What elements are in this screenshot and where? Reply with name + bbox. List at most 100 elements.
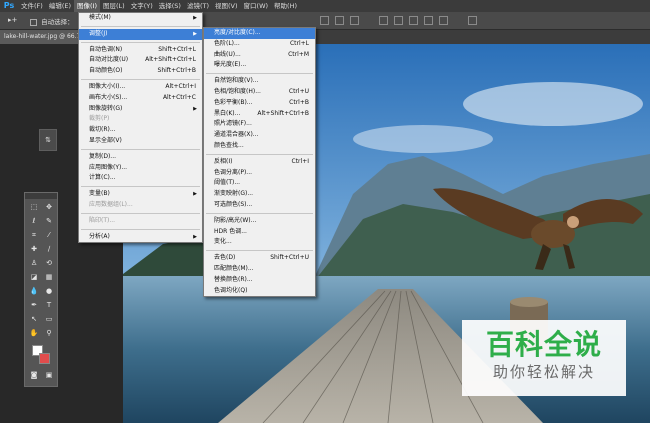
image-menu-item[interactable]: 自动色调(N) Shift+Ctrl+L — [79, 45, 202, 56]
image-menu-item[interactable]: 画布大小(S)... Alt+Ctrl+C — [79, 93, 202, 104]
align-center-icon[interactable] — [335, 16, 344, 25]
image-menu-item[interactable]: 变量(B) ▶ — [79, 189, 202, 200]
adjust-menu-item[interactable]: 阴影/高光(W)... — [204, 216, 315, 227]
adjust-menu-item[interactable]: HDR 色调... — [204, 227, 315, 238]
menu-8[interactable]: 窗口(W) — [241, 0, 272, 12]
menu-3[interactable]: 图层(L) — [100, 0, 128, 12]
toolbox-header[interactable] — [25, 193, 57, 199]
lasso-tool-icon[interactable]: ℓ — [27, 216, 41, 226]
adjust-menu-item[interactable]: 色相/饱和度(H)... Ctrl+U — [204, 87, 315, 98]
menu-0[interactable]: 文件(F) — [18, 0, 46, 12]
adjust-menu-item[interactable]: 曲线(U)... Ctrl+M — [204, 50, 315, 61]
zoom-tool-icon[interactable]: ⚲ — [42, 328, 56, 338]
adjust-menu-item[interactable]: 阈值(T)... — [204, 178, 315, 189]
type-tool-icon[interactable]: T — [42, 300, 56, 310]
adjust-menu-item[interactable]: 匹配颜色(M)... — [204, 264, 315, 275]
background-color-swatch[interactable] — [39, 353, 50, 364]
path-select-icon[interactable]: ↖ — [27, 314, 41, 324]
adjust-menu-item[interactable]: 去色(D) Shift+Ctrl+U — [204, 253, 315, 264]
distribute-top-icon[interactable] — [424, 16, 433, 25]
menu-7[interactable]: 视图(V) — [212, 0, 241, 12]
image-menu-item[interactable]: 自动对比度(U) Alt+Shift+Ctrl+L — [79, 55, 202, 66]
submenu-arrow-icon: ▶ — [193, 233, 197, 240]
image-menu-separator — [81, 228, 200, 230]
crop-tool-icon[interactable]: ⌗ — [27, 230, 41, 240]
adjust-menu-item-label: 色调分离(P)... — [214, 168, 253, 176]
adjust-menu-item[interactable]: 曝光度(E)... — [204, 60, 315, 71]
image-menu-item: 陷印(T)... — [79, 216, 202, 227]
adjust-menu-item[interactable]: 变化... — [204, 237, 315, 248]
image-menu-item[interactable]: 复制(D)... — [79, 152, 202, 163]
blur-tool-icon[interactable]: 💧 — [27, 286, 41, 296]
quick-mask-icon[interactable]: ◙ — [27, 370, 41, 380]
eyedropper-icon[interactable]: ⁄ — [42, 230, 56, 240]
distribute-icon[interactable] — [379, 16, 388, 25]
hand-tool-icon[interactable]: ✋ — [27, 328, 41, 338]
align-right-icon[interactable] — [350, 16, 359, 25]
history-brush-icon[interactable]: ⟲ — [42, 258, 56, 268]
clone-stamp-icon[interactable]: ♙ — [27, 258, 41, 268]
image-menu-item[interactable]: 图像旋转(G) ▶ — [79, 104, 202, 115]
image-menu-item[interactable]: 自动颜色(O) Shift+Ctrl+B — [79, 66, 202, 77]
adjust-menu-item[interactable]: 色阶(L)... Ctrl+L — [204, 39, 315, 50]
menu-5[interactable]: 选择(S) — [156, 0, 184, 12]
adjust-menu-item-label: 匹配颜色(M)... — [214, 264, 254, 272]
image-menu-item[interactable]: 分析(A) ▶ — [79, 232, 202, 243]
adjust-menu-item-label: 色调均化(Q) — [214, 286, 248, 294]
pen-tool-icon[interactable]: ✒ — [27, 300, 41, 310]
image-menu-item-shortcut: Alt+Ctrl+C — [162, 93, 196, 101]
adjust-menu-item[interactable]: 色调分离(P)... — [204, 168, 315, 179]
distribute-center-icon[interactable] — [394, 16, 403, 25]
image-menu-item[interactable]: 模式(M) ▶ — [79, 13, 202, 24]
adjust-menu-separator — [206, 73, 313, 75]
marquee-tool-icon[interactable]: ⬚ — [27, 202, 41, 212]
auto-align-icon[interactable] — [468, 16, 477, 25]
adjust-menu-item[interactable]: 照片滤镜(F)... — [204, 119, 315, 130]
adjust-menu-item-shortcut: Ctrl+M — [288, 50, 309, 58]
adjust-menu-item[interactable]: 渐变映射(G)... — [204, 189, 315, 200]
move-tool-preset[interactable]: ▸+ — [8, 16, 26, 26]
quick-select-icon[interactable]: ✎ — [42, 216, 56, 226]
adjust-menu-item[interactable]: 颜色查找... — [204, 141, 315, 152]
adjust-menu-item[interactable]: 反相(I) Ctrl+I — [204, 157, 315, 168]
eraser-icon[interactable]: ◪ — [27, 272, 41, 282]
gradient-tool-icon[interactable]: ▦ — [42, 272, 56, 282]
adjust-menu-item-label: 反相(I) — [214, 157, 233, 165]
adjust-menu-item[interactable]: 色调均化(Q) — [204, 286, 315, 297]
move-tool-icon[interactable]: ✥ — [42, 202, 56, 212]
image-menu-item[interactable]: 应用图像(Y)... — [79, 163, 202, 174]
adjust-menu-item[interactable]: 替换颜色(R)... — [204, 275, 315, 286]
image-menu-item[interactable]: 计算(C)... — [79, 173, 202, 184]
image-menu-item-label: 变量(B) — [89, 190, 110, 198]
auto-select-option[interactable]: 自动选择： — [30, 16, 74, 26]
screen-mode-icon[interactable]: ▣ — [42, 370, 56, 380]
distribute-bottom-icon[interactable] — [439, 16, 448, 25]
image-menu-item[interactable]: 显示全部(V) — [79, 136, 202, 147]
menu-9[interactable]: 帮助(H) — [271, 0, 300, 12]
dodge-tool-icon[interactable]: ● — [42, 286, 56, 296]
image-menu-item[interactable]: 调整(J) ▶ — [79, 28, 202, 40]
collapsed-panel-icon[interactable]: ⇅ — [39, 129, 57, 151]
distribute-right-icon[interactable] — [409, 16, 418, 25]
adjust-menu-item-label: 去色(D) — [214, 254, 236, 262]
adjust-menu-item[interactable]: 色彩平衡(B)... Ctrl+B — [204, 98, 315, 109]
auto-select-checkbox[interactable] — [30, 18, 37, 26]
brush-tool-icon[interactable]: ∕ — [42, 244, 56, 254]
menu-1[interactable]: 编辑(E) — [46, 0, 74, 12]
align-buttons — [320, 16, 477, 25]
adjust-menu-item[interactable]: 自然饱和度(V)... — [204, 76, 315, 87]
healing-brush-icon[interactable]: ✚ — [27, 244, 41, 254]
document-tab[interactable]: lake-hill-water.jpg @ 66.7 — [0, 30, 85, 44]
image-menu-item[interactable]: 图像大小(I)... Alt+Ctrl+I — [79, 82, 202, 93]
align-left-icon[interactable] — [320, 16, 329, 25]
menu-2[interactable]: 图像(I) — [74, 0, 100, 12]
shape-tool-icon[interactable]: ▭ — [42, 314, 56, 324]
adjust-menu-item[interactable]: 通道混合器(X)... — [204, 130, 315, 141]
adjust-menu-item[interactable]: 黑白(K)... Alt+Shift+Ctrl+B — [204, 109, 315, 120]
menu-6[interactable]: 滤镜(T) — [184, 0, 212, 12]
menu-4[interactable]: 文字(Y) — [128, 0, 156, 12]
adjust-menu-item[interactable]: 亮度/对比度(C)... — [204, 28, 315, 39]
image-menu-item[interactable]: 裁切(R)... — [79, 125, 202, 136]
adjust-menu-item[interactable]: 可选颜色(S)... — [204, 200, 315, 211]
image-menu-item-label: 陷印(T)... — [89, 216, 116, 224]
